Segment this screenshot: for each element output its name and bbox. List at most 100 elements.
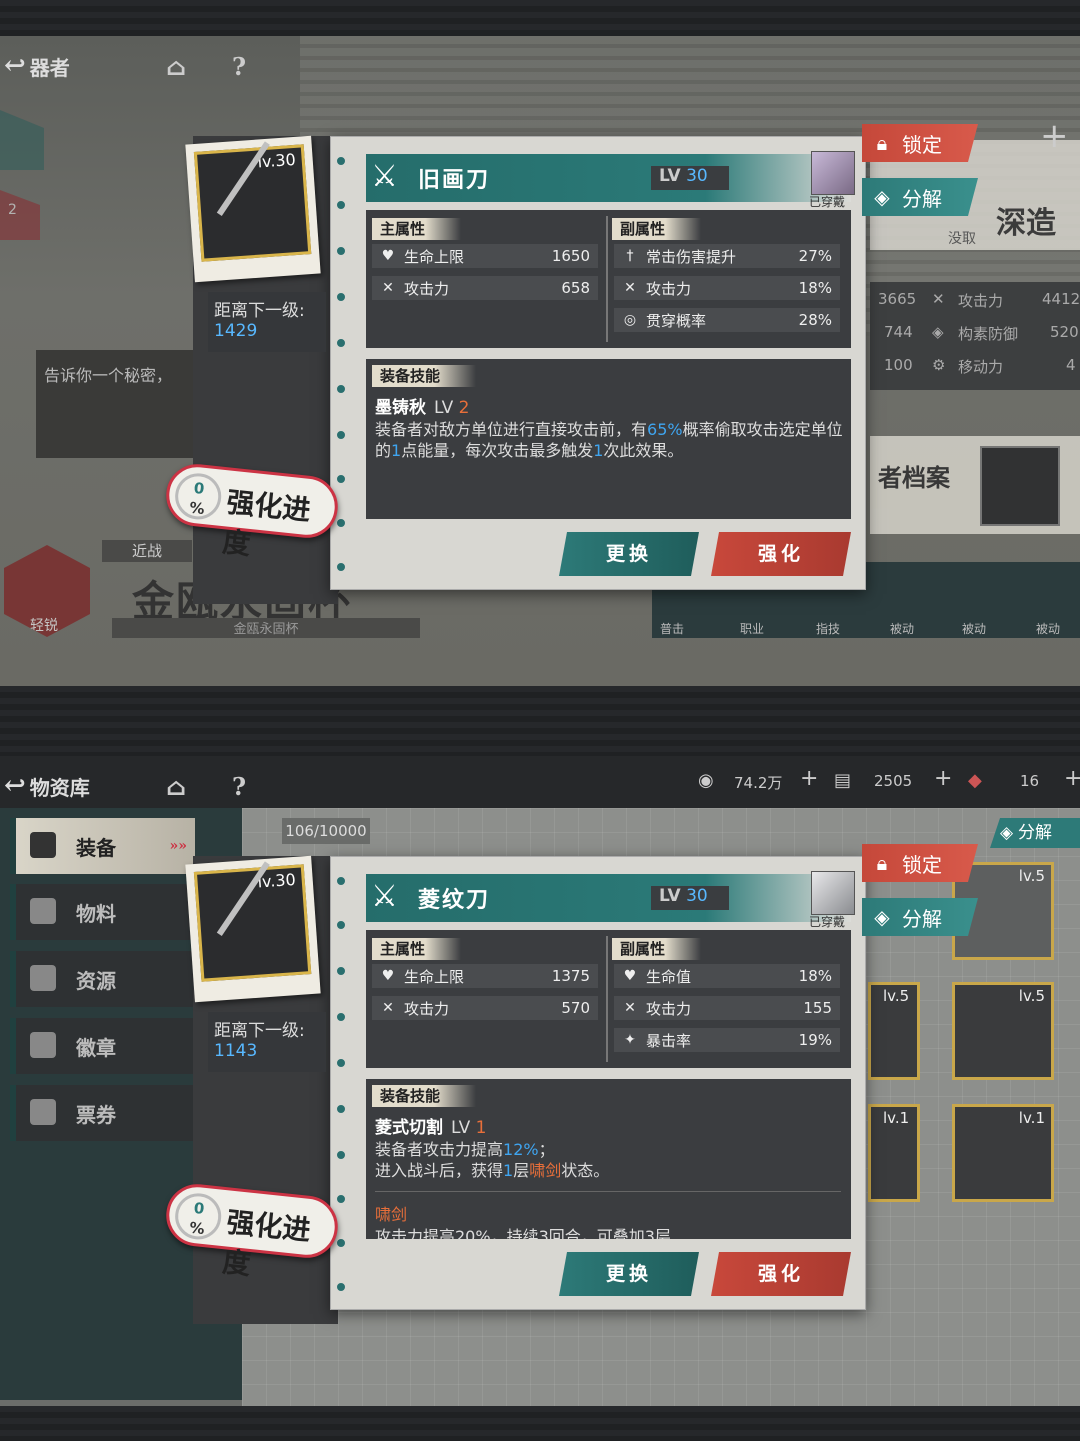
nav-label: 资源 xyxy=(76,968,116,993)
lock-label: 锁定 xyxy=(902,852,942,877)
bg-stats-panel: 3665 ✕ 攻击力 4412 744 ◈ 构素防御 520 100 ⚙ 移动力… xyxy=(870,282,1080,390)
equipment-name: 旧画刀 xyxy=(418,167,491,193)
archive-label: 者档案 xyxy=(878,463,950,492)
gem-value: 16 xyxy=(1020,772,1040,790)
progress-percent: 0% xyxy=(172,1191,224,1242)
attr-value: 18% xyxy=(798,279,832,297)
heart-icon: ♥ xyxy=(381,248,395,264)
swap-button[interactable]: 更换 xyxy=(559,532,699,576)
heart-badge-count: 2 xyxy=(8,202,17,218)
desc-status: 啸剑 xyxy=(529,1161,562,1180)
plus-button[interactable]: + xyxy=(1040,116,1069,156)
nav-label: 票券 xyxy=(76,1102,116,1127)
sword-icon: ⚔ xyxy=(371,879,398,914)
inventory-item[interactable]: lv.5 xyxy=(952,982,1054,1080)
ticket-icon xyxy=(30,1099,56,1125)
progress-percent: 0% xyxy=(172,471,224,522)
swap-button[interactable]: 更换 xyxy=(559,1252,699,1296)
nav-resources[interactable]: 资源 xyxy=(10,951,195,1007)
add-gem-button[interactable]: + xyxy=(1064,766,1080,791)
attr-value: 27% xyxy=(798,247,832,265)
main-attr-title: 主属性 xyxy=(372,218,462,240)
progress-label: 强化进度 xyxy=(220,1205,313,1281)
wearer-avatar[interactable] xyxy=(811,871,855,915)
back-icon[interactable]: ↩ xyxy=(4,771,26,801)
wearer-avatar[interactable] xyxy=(811,151,855,195)
desc-text: ； xyxy=(538,1140,555,1159)
upgrade-button[interactable]: 强化 xyxy=(711,1252,851,1296)
bottom-header-title: 物资库 xyxy=(29,775,90,800)
skill-name: 菱式切割 xyxy=(375,1118,443,1138)
skill-level: LV 2 xyxy=(434,398,469,418)
skill-level: LV 1 xyxy=(451,1118,486,1138)
decompose-top-label: 分解 xyxy=(1018,823,1052,843)
nav-tickets[interactable]: 票券 xyxy=(10,1085,195,1141)
skill-tag[interactable]: 被动 xyxy=(890,620,914,637)
inventory-item[interactable]: lv.1 xyxy=(952,1104,1054,1202)
lv-value: 30 xyxy=(686,166,708,186)
desc-text: 次此效果。 xyxy=(603,441,684,460)
inventory-item[interactable]: lv.5 xyxy=(868,982,920,1080)
decompose-top-button[interactable]: ◈ 分解 xyxy=(990,818,1080,848)
lock-button[interactable]: 🔒︎ 锁定 xyxy=(862,124,978,162)
nav-equipment[interactable]: 装备 »» xyxy=(10,818,195,874)
lock-icon: 🔒︎ xyxy=(876,131,888,155)
add-coin-button[interactable]: + xyxy=(800,766,818,791)
attr-divider xyxy=(606,216,608,342)
next-level-label: 距离下一级: xyxy=(214,301,305,321)
attr-value: 18% xyxy=(798,967,832,985)
skill-tag[interactable]: 被动 xyxy=(962,620,986,637)
heart-icon: ♥ xyxy=(623,968,637,984)
equipment-thumb-image: lv.30 xyxy=(193,861,312,982)
attributes-panel: 主属性 副属性 ♥ 生命上限 1650 ✕ 攻击力 658 † 常击伤害提升 27% ✕ 攻击… xyxy=(366,210,851,348)
skill-tag[interactable]: 指技 xyxy=(816,620,840,637)
decompose-button[interactable]: ◈ 分解 xyxy=(862,178,978,216)
attr-label: 生命值 xyxy=(646,967,692,986)
decompose-button[interactable]: ◈ 分解 xyxy=(862,898,978,936)
main-attr-row: ♥ 生命上限 1375 xyxy=(372,964,598,988)
lock-button[interactable]: 🔒︎ 锁定 xyxy=(862,844,978,882)
crossed-swords-icon: ✕ xyxy=(382,1000,394,1016)
back-icon[interactable]: ↩ xyxy=(4,51,26,81)
skill-panel: 装备技能 菱式切割 LV 1 装备者攻击力提高12%； 进入战斗后，获得1层啸剑状… xyxy=(366,1079,851,1239)
attr-label: 暴击率 xyxy=(646,1031,692,1050)
nav-label: 装备 xyxy=(76,835,116,860)
equipment-thumbnail: lv.30 xyxy=(185,135,321,283)
skill-tag[interactable]: 职业 xyxy=(740,620,764,637)
bg-stat-left: 3665 xyxy=(878,290,917,308)
nav-materials[interactable]: 物料 xyxy=(10,884,195,940)
attr-value: 155 xyxy=(803,999,832,1017)
upgrade-button[interactable]: 强化 xyxy=(711,532,851,576)
add-ticket-button[interactable]: + xyxy=(934,766,952,791)
crit-icon: ✦ xyxy=(624,1032,636,1048)
desc-text: 层 xyxy=(513,1161,530,1180)
coin-value: 74.2万 xyxy=(734,774,783,792)
desc-highlight: 1 xyxy=(503,1161,514,1180)
worn-label: 已穿戴 xyxy=(809,915,846,929)
home-icon[interactable]: ⌂ xyxy=(166,52,186,81)
equipment-name: 菱纹刀 xyxy=(418,887,491,913)
lv-value: 30 xyxy=(686,886,708,906)
inventory-item[interactable]: lv.1 xyxy=(868,1104,920,1202)
help-icon[interactable]: ? xyxy=(232,52,246,81)
sub-attr-row: ◎ 贯穿概率 28% xyxy=(614,308,840,332)
home-icon[interactable]: ⌂ xyxy=(166,772,186,801)
near-battle-tag: 近战 xyxy=(102,540,192,562)
worn-label: 已穿戴 xyxy=(809,195,846,209)
sub-attr-row: ✕ 攻击力 18% xyxy=(614,276,840,300)
attr-label: 攻击力 xyxy=(646,279,692,298)
lv-prefix: LV xyxy=(659,886,681,906)
attr-label: 贯穿概率 xyxy=(646,311,707,330)
attr-value: 658 xyxy=(561,279,590,297)
archive-thumb[interactable] xyxy=(980,446,1060,526)
nav-badges[interactable]: 徽章 xyxy=(10,1018,195,1074)
equipment-thumbnail: lv.30 xyxy=(185,855,321,1003)
help-icon[interactable]: ? xyxy=(232,772,246,801)
skill-tag[interactable]: 普击 xyxy=(660,620,684,637)
pierce-icon: ◎ xyxy=(623,312,637,328)
desc-highlight: 1 xyxy=(593,441,604,460)
attr-label: 生命上限 xyxy=(404,967,465,986)
desc-text: 装备者对敌方单位进行直接攻击前，有 xyxy=(375,420,648,439)
item-level: lv.5 xyxy=(1018,987,1045,1005)
skill-tag[interactable]: 被动 xyxy=(1036,620,1060,637)
